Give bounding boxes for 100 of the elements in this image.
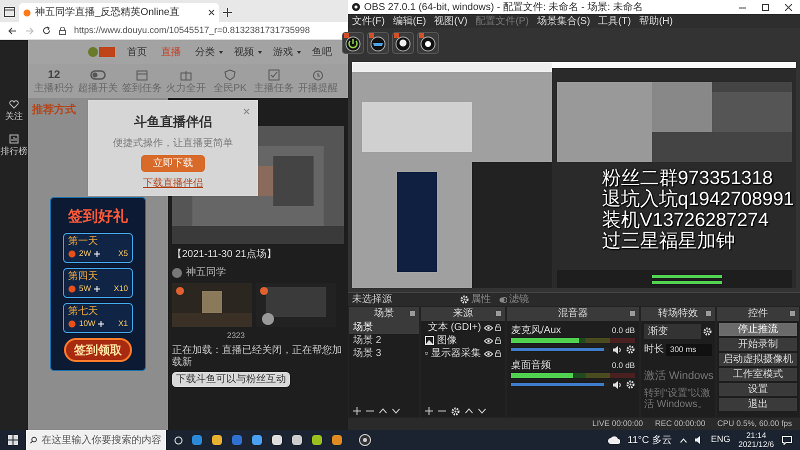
close-icon[interactable] bbox=[785, 4, 792, 10]
app-icon[interactable] bbox=[291, 434, 303, 446]
obs-icon[interactable] bbox=[359, 434, 371, 446]
nav-link[interactable]: 游戏 bbox=[270, 44, 296, 60]
settings-icon[interactable] bbox=[626, 345, 635, 354]
maximize-icon[interactable] bbox=[762, 4, 769, 10]
speaker-icon[interactable] bbox=[613, 346, 622, 354]
control-button[interactable]: 启动虚拟摄像机 bbox=[719, 353, 797, 366]
menu-item[interactable]: 编辑(E) bbox=[392, 14, 426, 28]
plus-icon bbox=[98, 321, 104, 327]
settings-icon[interactable] bbox=[451, 406, 460, 416]
weather-text[interactable]: 11°C 多云 bbox=[628, 432, 672, 448]
dock-title: 混音器 bbox=[558, 308, 588, 320]
channel-name: 麦克风/Aux bbox=[511, 325, 562, 336]
avatar-icon bbox=[172, 268, 182, 278]
settings-icon[interactable] bbox=[626, 380, 635, 389]
dialog-subtitle: 便捷式操作，让直播更简单 bbox=[113, 136, 233, 150]
notification-icon[interactable] bbox=[782, 436, 792, 444]
duration-label: 时长 bbox=[644, 342, 664, 357]
menu-item[interactable]: 场景集合(S) bbox=[536, 14, 590, 28]
move-down-icon[interactable] bbox=[392, 408, 400, 414]
control-button[interactable]: 设置 bbox=[719, 383, 797, 396]
transition-select[interactable]: 渐变 bbox=[644, 324, 701, 339]
streamer-name: 神五同学 bbox=[186, 266, 226, 280]
control-button[interactable]: 工作室模式 bbox=[719, 368, 797, 381]
dock-title: 控件 bbox=[748, 308, 768, 320]
taskbar-search-field[interactable]: 在这里输入你要搜索的内容 bbox=[26, 430, 166, 450]
speaker-icon[interactable] bbox=[694, 436, 703, 444]
gift-icon bbox=[180, 68, 192, 80]
move-up-icon[interactable] bbox=[379, 408, 387, 414]
move-down-icon[interactable] bbox=[478, 408, 486, 414]
app-icon[interactable] bbox=[271, 434, 283, 446]
calendar-icon bbox=[136, 68, 148, 80]
video-title: 【2021-11-30 21点场】 bbox=[172, 248, 278, 262]
cloud-icon bbox=[608, 436, 620, 444]
clock-time[interactable]: 21:14 bbox=[746, 431, 766, 440]
obs-logo-icon bbox=[352, 3, 360, 11]
scene-item[interactable]: 场景 2 bbox=[349, 334, 419, 347]
duration-field[interactable]: 300 ms bbox=[666, 344, 712, 356]
menu-item[interactable]: 帮助(H) bbox=[638, 14, 673, 28]
bonus-amount: X1 bbox=[118, 318, 128, 330]
move-up-icon[interactable] bbox=[465, 408, 473, 414]
source-item[interactable]: 显示器采集 bbox=[431, 346, 481, 361]
download-link[interactable]: 下载直播伴侣 bbox=[143, 176, 203, 190]
channel-reading: 0.0 dB bbox=[612, 360, 635, 371]
browser-tab[interactable]: 神五同学直播_反恐精英Online直 bbox=[19, 3, 219, 22]
rec-status: REC 00:00:00 bbox=[655, 418, 706, 430]
back-icon[interactable] bbox=[8, 26, 17, 34]
task-view-icon[interactable] bbox=[174, 436, 183, 444]
scene-item[interactable]: 场景 3 bbox=[349, 347, 419, 360]
reward-amount: 5W bbox=[79, 283, 91, 295]
add-icon[interactable] bbox=[425, 407, 433, 415]
app-icon[interactable] bbox=[211, 434, 223, 446]
sidebar-item[interactable]: 关注 bbox=[5, 112, 23, 122]
chevron-up-icon[interactable] bbox=[680, 438, 687, 442]
goggles-icon[interactable] bbox=[367, 32, 389, 54]
power-icon[interactable] bbox=[342, 32, 364, 54]
tab-title: 神五同学直播_反恐精英Online直 bbox=[35, 6, 180, 20]
windows-start-icon[interactable] bbox=[8, 435, 18, 445]
nav-link[interactable]: 分类 bbox=[192, 44, 218, 60]
settings-icon[interactable] bbox=[703, 327, 712, 336]
dock-title: 来源 bbox=[453, 308, 473, 320]
nav-link[interactable]: 鱼吧 bbox=[309, 44, 335, 60]
control-button[interactable]: 开始录制 bbox=[719, 338, 797, 351]
app-icon[interactable] bbox=[251, 434, 263, 446]
menu-item[interactable]: 文件(F) bbox=[352, 14, 385, 28]
app-icon[interactable] bbox=[331, 434, 343, 446]
checklist-icon bbox=[268, 68, 280, 80]
source-item[interactable]: 文本 (GDI+) bbox=[428, 320, 482, 335]
shield-icon bbox=[224, 68, 236, 80]
control-button[interactable]: 退出 bbox=[719, 398, 797, 411]
nav-link[interactable]: 视频 bbox=[231, 44, 257, 60]
menu-item[interactable]: 视图(V) bbox=[434, 14, 468, 28]
properties-button[interactable]: 属性 bbox=[460, 292, 491, 307]
source-item[interactable]: 图像 bbox=[437, 333, 457, 348]
new-tab-icon[interactable] bbox=[223, 8, 232, 17]
refresh-icon[interactable] bbox=[42, 26, 51, 35]
close-icon[interactable] bbox=[208, 9, 215, 16]
nav-link[interactable]: 首页 bbox=[124, 44, 150, 60]
tab-menu-icon[interactable] bbox=[4, 7, 15, 17]
scene-item[interactable]: 场景 bbox=[349, 321, 419, 334]
points-value: 12 bbox=[48, 68, 60, 80]
day-label: 第一天 bbox=[68, 236, 99, 248]
lock-icon[interactable] bbox=[495, 350, 501, 357]
eye-icon[interactable] bbox=[417, 32, 439, 54]
clock-date[interactable]: 2021/12/6 bbox=[738, 440, 774, 449]
overlay-text: 粉丝二群973351318 bbox=[602, 168, 774, 189]
claim-button[interactable]: 签到领取 bbox=[64, 338, 132, 362]
add-icon[interactable] bbox=[353, 407, 361, 415]
menu-item[interactable]: 工具(T) bbox=[598, 14, 631, 28]
lock-icon[interactable] bbox=[495, 324, 502, 331]
lock-icon[interactable] bbox=[495, 337, 501, 344]
control-button[interactable]: 停止推流 bbox=[719, 323, 797, 336]
app-icon[interactable] bbox=[311, 434, 323, 446]
sidebar-item[interactable]: 排行榜 bbox=[0, 146, 28, 156]
language-indicator[interactable]: ENG bbox=[710, 433, 730, 447]
overlay-text: 退坑入坑q1942708991 bbox=[602, 189, 794, 210]
speaker-icon[interactable] bbox=[613, 380, 622, 388]
settings-icon[interactable] bbox=[460, 295, 469, 304]
dialog-title: 斗鱼直播伴侣 bbox=[134, 113, 212, 131]
